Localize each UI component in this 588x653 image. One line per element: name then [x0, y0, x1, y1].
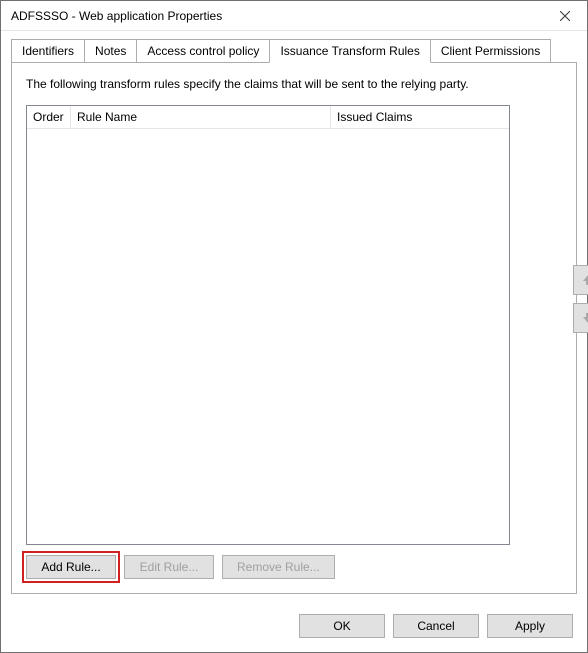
close-icon [560, 11, 570, 21]
panel-description: The following transform rules specify th… [26, 77, 562, 91]
tab-issuance-transform-rules[interactable]: Issuance Transform Rules [269, 39, 430, 63]
tab-identifiers[interactable]: Identifiers [11, 39, 85, 62]
content-area: Identifiers Notes Access control policy … [1, 31, 587, 604]
titlebar: ADFSSSO - Web application Properties [1, 1, 587, 31]
column-issued-claims[interactable]: Issued Claims [331, 106, 509, 128]
cancel-button[interactable]: Cancel [393, 614, 479, 638]
edit-rule-button: Edit Rule... [124, 555, 214, 579]
tab-access-control-policy[interactable]: Access control policy [136, 39, 270, 62]
rules-grid[interactable]: Order Rule Name Issued Claims [26, 105, 510, 545]
apply-button[interactable]: Apply [487, 614, 573, 638]
rule-buttons: Add Rule... Edit Rule... Remove Rule... [26, 555, 562, 579]
column-order[interactable]: Order [27, 106, 71, 128]
grid-header: Order Rule Name Issued Claims [27, 106, 509, 129]
arrow-down-icon [581, 311, 588, 325]
window-title: ADFSSSO - Web application Properties [11, 9, 542, 23]
move-down-button[interactable] [573, 303, 588, 333]
order-arrows [572, 265, 588, 333]
properties-dialog: ADFSSSO - Web application Properties Ide… [0, 0, 588, 653]
arrow-up-icon [581, 273, 588, 287]
tab-panel: The following transform rules specify th… [11, 62, 577, 594]
close-button[interactable] [542, 1, 587, 30]
tab-notes[interactable]: Notes [84, 39, 137, 62]
rules-area: Order Rule Name Issued Claims [26, 105, 562, 545]
remove-rule-button: Remove Rule... [222, 555, 335, 579]
column-rule-name[interactable]: Rule Name [71, 106, 331, 128]
ok-button[interactable]: OK [299, 614, 385, 638]
dialog-buttons: OK Cancel Apply [1, 604, 587, 652]
add-rule-button[interactable]: Add Rule... [26, 555, 116, 579]
tab-strip: Identifiers Notes Access control policy … [11, 39, 577, 62]
tab-client-permissions[interactable]: Client Permissions [430, 39, 551, 62]
move-up-button[interactable] [573, 265, 588, 295]
